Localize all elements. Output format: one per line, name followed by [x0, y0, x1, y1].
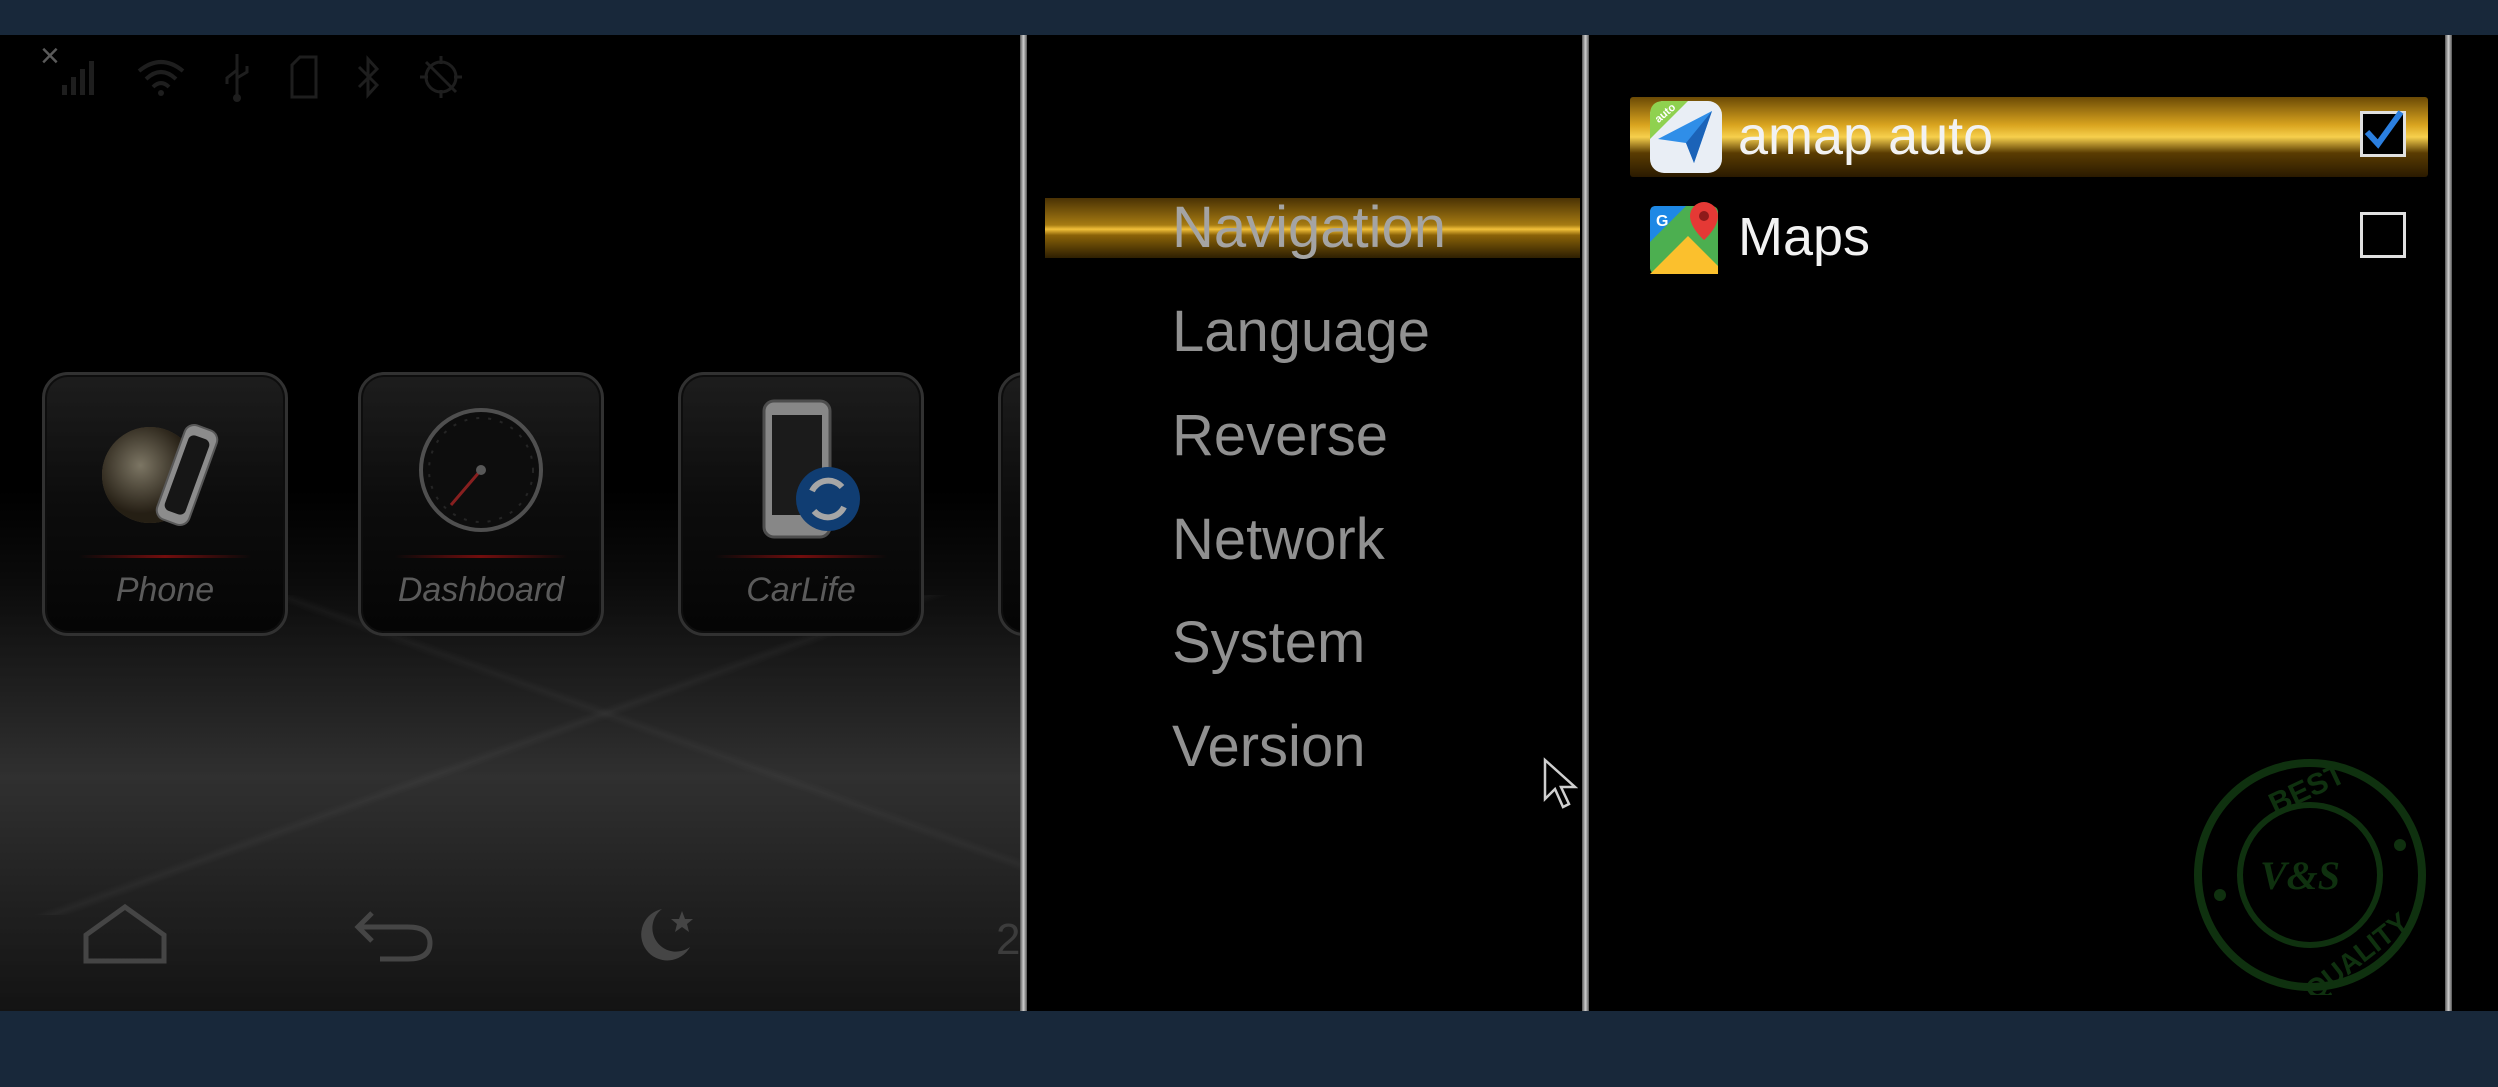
app-row-maps[interactable]: G Maps	[1630, 198, 2428, 278]
panel-divider	[1020, 35, 1027, 1011]
wifi-icon	[137, 60, 185, 96]
menu-item-version[interactable]: Version	[1045, 717, 1580, 777]
night-mode-icon[interactable]	[632, 903, 702, 967]
signal-icon	[62, 61, 94, 95]
tile-label: Dashboard	[397, 571, 565, 609]
tile-label: CarLife	[746, 571, 856, 609]
soft-key-bar	[0, 893, 1020, 983]
phone-tile[interactable]: Phone	[42, 372, 288, 636]
menu-item-language[interactable]: Language	[1045, 302, 1580, 362]
status-bar	[60, 47, 464, 107]
sd-card-icon	[290, 55, 318, 99]
no-gps-icon	[420, 56, 462, 98]
menu-item-network[interactable]: Network	[1045, 510, 1580, 570]
gauge-icon	[419, 408, 543, 532]
tile-accent	[715, 555, 887, 558]
svg-text:V&S: V&S	[2260, 853, 2340, 898]
amap-auto-icon: auto	[1650, 101, 1722, 173]
clock-text: 2	[996, 915, 1020, 964]
partial-tile[interactable]	[998, 372, 1020, 636]
usb-icon	[225, 54, 249, 102]
app-name: amap auto	[1738, 106, 1994, 166]
menu-item-navigation[interactable]: Navigation	[1045, 198, 1580, 258]
floor-reflection	[0, 595, 1020, 915]
menu-item-system[interactable]: System	[1045, 613, 1580, 673]
app-row-amap-auto[interactable]: auto amap auto	[1630, 97, 2428, 177]
carlife-icon	[762, 399, 860, 539]
app-name: Maps	[1738, 207, 1871, 267]
phone-icon	[102, 424, 219, 526]
menu-item-label: Language	[1172, 299, 1431, 364]
app-checkbox[interactable]	[2360, 110, 2406, 157]
menu-item-label: Reverse	[1172, 403, 1388, 468]
tile-label: Phone	[115, 571, 215, 609]
settings-menu: Navigation Language Reverse Network Syst…	[1030, 35, 1580, 1011]
mouse-cursor-icon	[1543, 757, 1578, 809]
menu-item-label: Version	[1172, 714, 1366, 779]
checkmark-icon	[2364, 110, 2404, 149]
app-icon-badge: G	[1656, 213, 1668, 230]
close-icon[interactable]: ×	[40, 39, 60, 73]
carlife-tile[interactable]: CarLife	[678, 372, 924, 636]
back-icon[interactable]	[352, 903, 436, 963]
dashboard-tile[interactable]: Dashboard	[358, 372, 604, 636]
home-icon[interactable]	[82, 903, 168, 965]
menu-item-label: Network	[1172, 507, 1385, 572]
launcher-background: × Phone Dashboard CarLife 2	[0, 35, 1020, 1011]
panel-divider	[2445, 35, 2452, 1011]
head-unit-screen: × Phone Dashboard CarLife 2 Navigation L…	[0, 35, 2498, 1011]
tile-accent	[79, 555, 251, 558]
menu-item-label: Navigation	[1172, 195, 1447, 260]
google-maps-icon: G	[1650, 202, 1718, 274]
tile-accent	[395, 555, 567, 558]
navigation-app-list: auto amap auto G Maps BEST V&S QUALITY	[1598, 35, 2440, 1011]
quality-stamp: BEST V&S QUALITY	[2194, 757, 2426, 995]
menu-item-reverse[interactable]: Reverse	[1045, 406, 1580, 466]
app-checkbox[interactable]	[2360, 212, 2406, 258]
panel-divider	[1582, 35, 1589, 1011]
bluetooth-icon	[357, 55, 380, 99]
menu-item-label: System	[1172, 610, 1366, 675]
